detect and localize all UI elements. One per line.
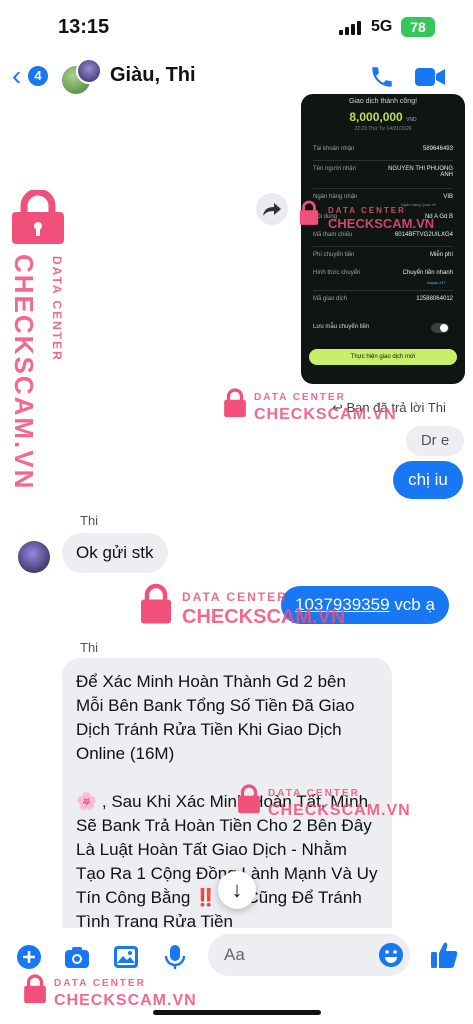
divider xyxy=(313,188,453,189)
avatar-secondary xyxy=(76,58,102,84)
lock-icon xyxy=(299,200,319,225)
receipt-datetime: 22:23 Thứ Tư 14/01/2026 xyxy=(354,126,412,132)
status-time: 13:15 xyxy=(58,16,110,38)
avatar[interactable] xyxy=(18,541,50,573)
message-paragraph: Để Xác Minh Hoàn Thành Gd 2 bên Mỗi Bên … xyxy=(76,672,355,763)
lock-icon xyxy=(141,583,171,624)
plus-icon[interactable] xyxy=(16,944,42,970)
watermark-vertical: DATA CENTER CHECKSCAM.VN xyxy=(0,190,78,490)
scroll-down-button[interactable]: ↓ xyxy=(218,871,256,909)
receipt-image[interactable]: Giao dịch thành công! 8,000,000 VND 22:2… xyxy=(301,94,465,384)
napas-logo: napas 247 xyxy=(427,280,446,285)
quoted-message[interactable]: Dr e xyxy=(406,426,464,456)
receipt-title: Giao dịch thành công! xyxy=(348,98,418,105)
back-button[interactable]: ‹ xyxy=(12,62,21,90)
lock-icon xyxy=(238,784,260,814)
lock-icon xyxy=(224,388,246,418)
incoming-message[interactable]: Ok gửi stk xyxy=(62,533,168,573)
receipt-row: Phí chuyển tiền Miễn phí xyxy=(313,252,453,258)
gallery-icon[interactable] xyxy=(113,944,139,970)
forward-button[interactable] xyxy=(256,193,288,225)
phone-call-icon[interactable] xyxy=(369,64,395,90)
camera-icon[interactable] xyxy=(64,944,90,970)
video-call-icon[interactable] xyxy=(414,66,446,88)
divider xyxy=(313,246,453,247)
receipt-row: Mã giao dịch 12588064012 xyxy=(313,296,453,302)
save-template-toggle xyxy=(431,323,449,333)
receipt-bank-sub: Ngân hàng Quốc tế xyxy=(401,202,436,207)
receipt-amount: 8,000,000 VND xyxy=(349,110,417,124)
lock-icon xyxy=(12,190,64,244)
receipt-row: Tên người nhận NGUYEN THI PHUONG ANH xyxy=(313,166,453,178)
new-transaction-button: Thực hiện giao dịch mới xyxy=(309,349,457,365)
battery-icon: 78 xyxy=(401,17,435,37)
thumbs-up-icon[interactable] xyxy=(430,940,458,970)
contact-name[interactable]: Giàu, Thi xyxy=(110,64,196,87)
forward-icon xyxy=(263,203,281,216)
lock-icon xyxy=(24,974,46,1004)
message-text: vcb ạ xyxy=(389,595,435,614)
status-bar: 13:15 5G 78 xyxy=(0,0,473,56)
save-template-label: Lưu mẫu chuyển tiền xyxy=(313,324,370,330)
divider xyxy=(313,290,453,291)
signal-icon xyxy=(339,21,365,35)
sender-name: Thi xyxy=(80,640,99,655)
outgoing-message[interactable]: chị iu xyxy=(393,461,463,499)
microphone-icon[interactable] xyxy=(162,944,188,970)
divider xyxy=(313,160,453,161)
emoji-icon[interactable] xyxy=(379,943,403,967)
sender-name: Thi xyxy=(80,513,99,528)
unread-badge: 4 xyxy=(28,66,48,86)
network-type: 5G xyxy=(371,18,393,35)
home-indicator[interactable] xyxy=(153,1010,321,1015)
